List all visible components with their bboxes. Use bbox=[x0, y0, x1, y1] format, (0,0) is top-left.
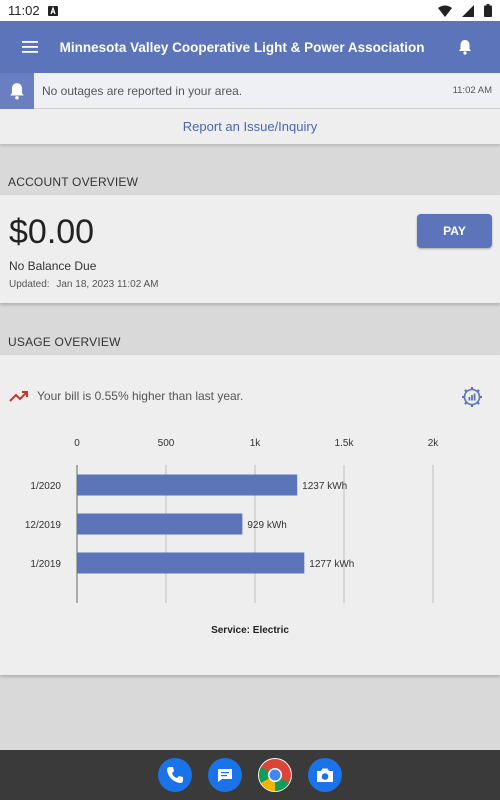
camera-app-button[interactable] bbox=[308, 758, 342, 792]
menu-button[interactable] bbox=[0, 41, 60, 53]
battery-icon bbox=[484, 4, 492, 17]
outage-timestamp: 11:02 AM bbox=[452, 85, 492, 96]
updated-line: Updated: Jan 18, 2023 11:02 AM bbox=[9, 279, 159, 290]
chart-tick-label: 1k bbox=[250, 438, 262, 449]
camera-icon bbox=[317, 768, 333, 782]
notification-a-icon bbox=[47, 5, 58, 16]
pay-button[interactable]: PAY bbox=[417, 214, 492, 248]
updated-value: Jan 18, 2023 11:02 AM bbox=[56, 279, 159, 290]
usage-settings-button[interactable] bbox=[461, 386, 483, 413]
cell-signal-icon bbox=[462, 4, 474, 17]
app-bar: Minnesota Valley Cooperative Light & Pow… bbox=[0, 21, 500, 73]
account-overview-heading: ACCOUNT OVERVIEW bbox=[8, 175, 139, 189]
account-overview-card: $0.00 No Balance Due Updated: Jan 18, 20… bbox=[0, 195, 500, 303]
chart-tick-label: 2k bbox=[428, 438, 440, 449]
chart-data-label: 929 kWh bbox=[247, 520, 286, 531]
outage-bell-box bbox=[0, 72, 34, 109]
bell-icon bbox=[459, 40, 472, 55]
status-bar: 11:02 bbox=[0, 0, 500, 21]
trend-row: Your bill is 0.55% higher than last year… bbox=[9, 389, 243, 403]
phone-app-button[interactable] bbox=[158, 758, 192, 792]
balance-amount: $0.00 bbox=[9, 213, 95, 251]
chart-data-label: 1277 kWh bbox=[309, 559, 354, 570]
chart-tick-label: 1.5k bbox=[335, 438, 355, 449]
notifications-button[interactable] bbox=[430, 39, 500, 55]
usage-overview-heading: USAGE OVERVIEW bbox=[8, 335, 121, 349]
bell-icon bbox=[10, 82, 24, 100]
hamburger-menu-icon bbox=[21, 41, 38, 53]
trending-up-icon bbox=[9, 391, 28, 402]
app-title: Minnesota Valley Cooperative Light & Pow… bbox=[59, 39, 425, 55]
chrome-icon bbox=[258, 759, 291, 792]
outage-message: No outages are reported in your area. bbox=[42, 83, 243, 98]
chart-category-label: 1/2019 bbox=[30, 559, 61, 570]
messages-app-button[interactable] bbox=[208, 758, 242, 792]
chart-category-label: 1/2020 bbox=[30, 481, 61, 492]
chart-category-label: 12/2019 bbox=[25, 520, 62, 531]
wifi-icon bbox=[438, 5, 452, 17]
updated-label: Updated: bbox=[9, 279, 50, 290]
chart-bar bbox=[77, 513, 243, 535]
chart-data-label: 1237 kWh bbox=[302, 481, 347, 492]
status-time: 11:02 bbox=[8, 3, 40, 18]
chart-bar bbox=[77, 552, 305, 574]
chart-bar bbox=[77, 474, 298, 496]
balance-status: No Balance Due bbox=[9, 259, 97, 273]
chart-tick-label: 500 bbox=[158, 438, 175, 449]
usage-chart: 0 500 1k 1.5k 2k 1/2020 1237 kWh 12/2019 929 kWh… bbox=[25, 438, 440, 603]
outage-notice[interactable]: No outages are reported in your area. 11… bbox=[0, 72, 500, 109]
chart-tick-label: 0 bbox=[74, 438, 80, 449]
usage-overview-card: Your bill is 0.55% higher than last year… bbox=[0, 355, 500, 675]
service-label: Service: Electric bbox=[211, 625, 289, 636]
report-issue-link[interactable]: Report an Issue/Inquiry bbox=[0, 109, 500, 144]
phone-icon bbox=[167, 767, 183, 783]
system-dock bbox=[0, 750, 500, 800]
trend-text: Your bill is 0.55% higher than last year… bbox=[37, 389, 244, 403]
chrome-app-button[interactable] bbox=[258, 758, 292, 792]
message-icon bbox=[218, 769, 232, 782]
gear-chart-icon bbox=[462, 387, 482, 407]
